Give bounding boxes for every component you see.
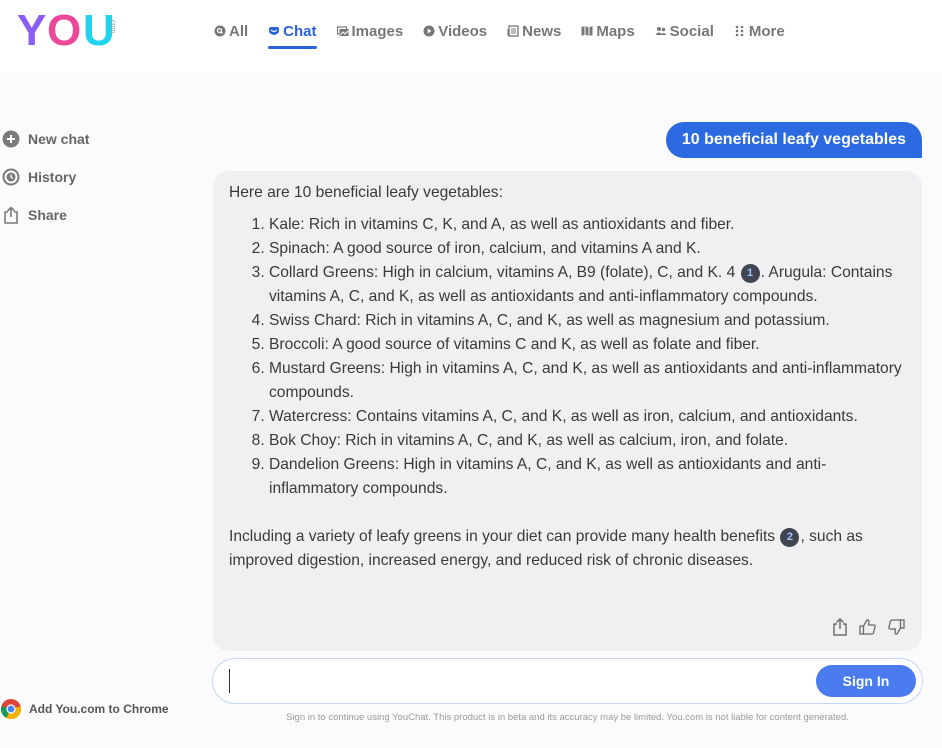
- top-header: Y O U .com All Chat Images Videos News M…: [0, 0, 942, 72]
- tab-images[interactable]: Images: [336, 20, 404, 42]
- tab-chat[interactable]: Chat: [268, 20, 317, 49]
- add-to-chrome-link[interactable]: Add You.com to Chrome: [0, 698, 169, 720]
- people-icon: [655, 25, 667, 37]
- chat-input-box: Sign In: [212, 658, 923, 704]
- sign-in-button[interactable]: Sign In: [816, 665, 916, 697]
- sidebar-item-share[interactable]: Share: [0, 196, 180, 234]
- tab-videos-label: Videos: [438, 22, 488, 40]
- citation-badge[interactable]: 1: [740, 263, 760, 283]
- sidebar-item-label: Share: [28, 207, 67, 223]
- sidebar-item-new-chat[interactable]: New chat: [0, 120, 180, 158]
- answer-actions: [830, 617, 906, 637]
- tab-news[interactable]: News: [507, 20, 561, 42]
- tab-social[interactable]: Social: [655, 20, 714, 42]
- tab-all[interactable]: All: [214, 20, 248, 42]
- list-item: Dandelion Greens: High in vitamins A, C,…: [269, 453, 906, 501]
- sidebar-item-label: New chat: [28, 131, 90, 147]
- tab-chat-label: Chat: [283, 22, 317, 40]
- list-item: Swiss Chard: Rich in vitamins A, C, and …: [269, 309, 906, 333]
- share-icon[interactable]: [830, 617, 850, 637]
- tab-videos[interactable]: Videos: [423, 20, 487, 42]
- list-item: Collard Greens: High in calcium, vitamin…: [269, 261, 906, 309]
- share-icon: [1, 205, 21, 225]
- disclaimer-text: Sign in to continue using YouChat. This …: [286, 712, 849, 723]
- logo-letter-y: Y: [17, 6, 46, 55]
- chat-icon: [268, 25, 280, 37]
- grid-dots-icon: [734, 25, 746, 37]
- news-icon: [507, 25, 519, 37]
- tab-maps[interactable]: Maps: [581, 20, 635, 42]
- tab-all-label: All: [229, 22, 249, 40]
- tab-social-label: Social: [669, 22, 714, 40]
- sidebar-item-label: History: [28, 169, 77, 185]
- sidebar: New chat History Share: [0, 120, 180, 234]
- thumbs-down-icon[interactable]: [886, 617, 906, 637]
- thumbs-up-icon[interactable]: [858, 617, 878, 637]
- tab-more[interactable]: More: [734, 20, 785, 42]
- images-icon: [336, 25, 349, 37]
- list-item: Broccoli: A good source of vitamins C an…: [269, 333, 906, 357]
- list-item: Kale: Rich in vitamins C, K, and A, as w…: [269, 213, 906, 237]
- citation-badge[interactable]: 2: [780, 527, 800, 547]
- sidebar-item-history[interactable]: History: [0, 158, 180, 196]
- conclusion-text: Including a variety of leafy greens in y…: [229, 528, 780, 545]
- logo-suffix: .com: [109, 18, 116, 34]
- tab-maps-label: Maps: [596, 22, 635, 40]
- list-item: Mustard Greens: High in vitamins A, C, a…: [269, 357, 906, 405]
- chrome-icon: [0, 698, 22, 720]
- answer-intro: Here are 10 beneficial leafy vegetables:: [229, 184, 503, 201]
- search-type-nav: All Chat Images Videos News Maps Social …: [214, 20, 805, 50]
- assistant-answer: Here are 10 beneficial leafy vegetables:…: [213, 171, 922, 651]
- clock-icon: [1, 167, 21, 187]
- plus-circle-icon: [1, 129, 21, 149]
- user-message: 10 beneficial leafy vegetables: [665, 122, 922, 158]
- chat-input[interactable]: [229, 669, 789, 693]
- list-item: Watercress: Contains vitamins A, C, and …: [269, 405, 906, 429]
- play-icon: [423, 25, 435, 37]
- list-item: Spinach: A good source of iron, calcium,…: [269, 237, 906, 261]
- tab-more-label: More: [748, 22, 785, 40]
- vegetable-list: Kale: Rich in vitamins C, K, and A, as w…: [229, 213, 906, 501]
- search-circle-icon: [214, 25, 226, 37]
- map-icon: [581, 25, 593, 37]
- list-item: Bok Choy: Rich in vitamins A, C, and K, …: [269, 429, 906, 453]
- tab-news-label: News: [522, 22, 562, 40]
- add-to-chrome-label: Add You.com to Chrome: [29, 702, 169, 716]
- you-logo[interactable]: Y O U .com: [17, 8, 127, 54]
- logo-letter-o: O: [47, 6, 81, 55]
- list-item-text: Collard Greens: High in calcium, vitamin…: [269, 264, 740, 281]
- answer-conclusion: Including a variety of leafy greens in y…: [229, 525, 906, 573]
- tab-images-label: Images: [351, 22, 404, 40]
